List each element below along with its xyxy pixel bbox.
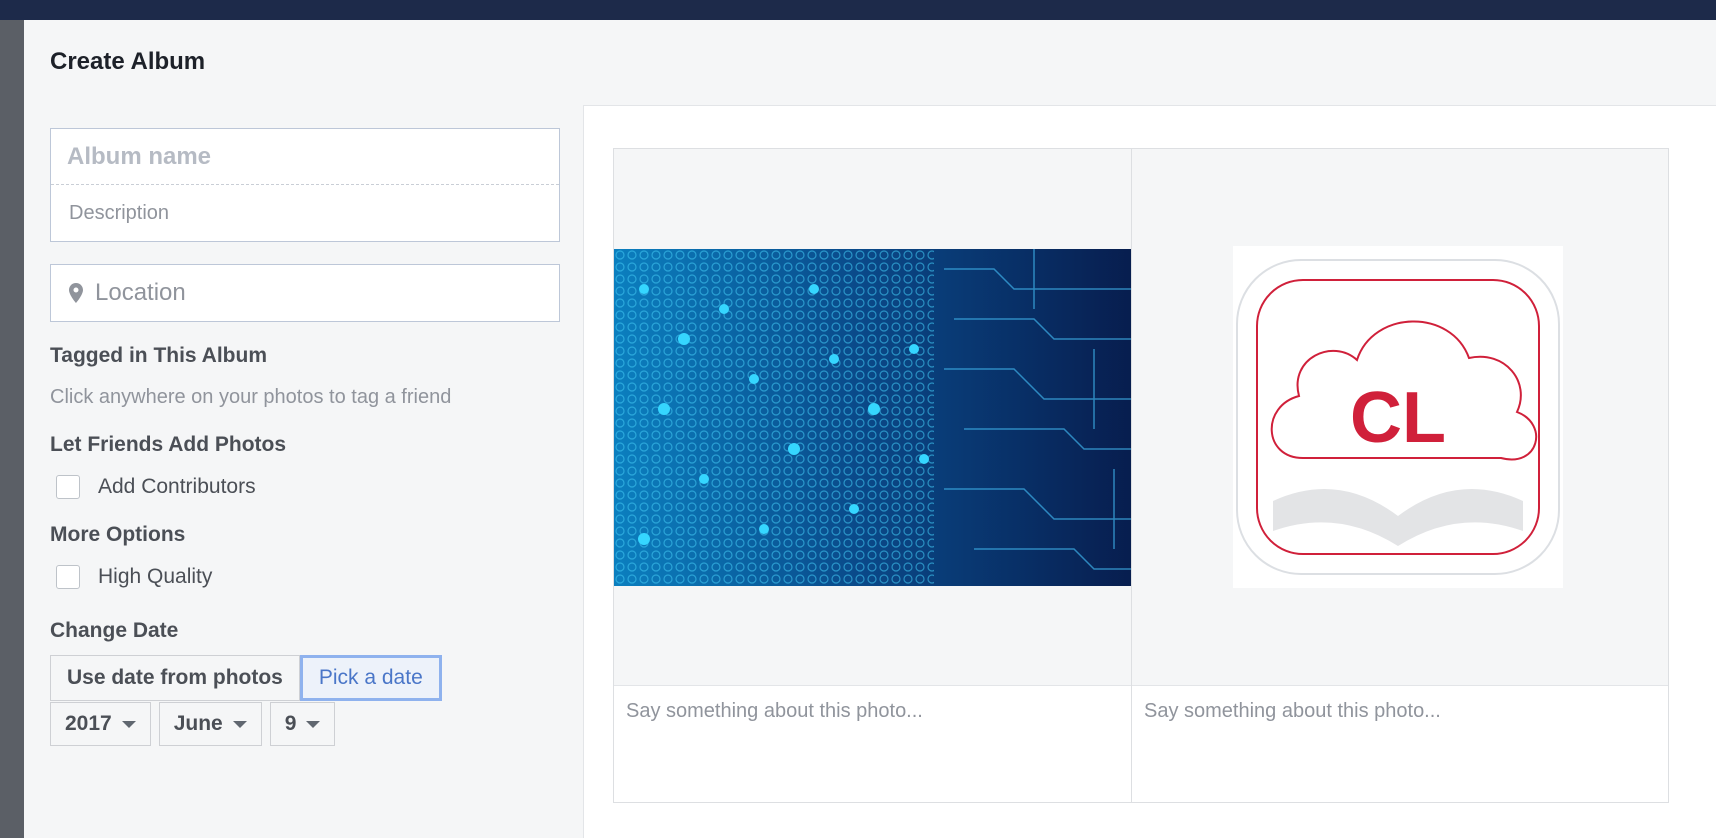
circuit-board-image: [614, 249, 1150, 586]
date-mode-toggle: Use date from photos Pick a date: [50, 655, 560, 701]
tag-hint-text: Click anywhere on your photos to tag a f…: [50, 386, 452, 408]
photo-card: CL Say something about this photo...: [1131, 148, 1669, 803]
logo-text: CL: [1350, 378, 1446, 458]
friends-section-title: Let Friends Add Photos: [50, 433, 287, 456]
day-value: 9: [284, 712, 297, 735]
background-strip: [0, 0, 24, 838]
date-selectors: 2017 June 9: [50, 702, 560, 746]
chevron-down-icon: [306, 720, 321, 728]
page-top-bar: [0, 0, 1716, 20]
month-value: June: [173, 712, 223, 735]
create-album-dialog: Create Album Album name Description Loca…: [24, 20, 1716, 838]
year-value: 2017: [65, 712, 112, 735]
high-quality-checkbox[interactable]: [56, 565, 80, 589]
photo-caption-input[interactable]: Say something about this photo...: [614, 686, 1150, 737]
cl-cloud-book-logo: CL: [1233, 246, 1563, 588]
description-input[interactable]: Description: [51, 185, 559, 241]
dialog-title: Create Album: [50, 48, 206, 75]
use-date-from-photos-button[interactable]: Use date from photos: [50, 655, 300, 701]
year-select[interactable]: 2017: [50, 702, 151, 746]
more-options-title: More Options: [50, 523, 186, 546]
high-quality-label: High Quality: [98, 565, 213, 588]
month-select[interactable]: June: [158, 702, 262, 746]
tagged-section-title: Tagged in This Album: [50, 344, 267, 367]
photo-grid: Say something about this photo... CL Say…: [583, 105, 1716, 838]
location-input[interactable]: Location: [50, 264, 560, 322]
high-quality-option[interactable]: High Quality: [50, 565, 560, 589]
pick-a-date-button[interactable]: Pick a date: [299, 655, 442, 701]
album-name-input[interactable]: Album name: [51, 129, 559, 185]
location-pin-icon: [69, 283, 89, 303]
add-contributors-label: Add Contributors: [98, 475, 256, 498]
change-date-title: Change Date: [50, 619, 179, 642]
dialog-header: Create Album: [24, 20, 1716, 104]
location-placeholder: Location: [95, 279, 186, 306]
day-select[interactable]: 9: [269, 702, 336, 746]
photo-image-area[interactable]: CL: [1132, 149, 1668, 686]
photo-caption-input[interactable]: Say something about this photo...: [1132, 686, 1668, 737]
album-details-form: Album name Description Location Tagged i…: [50, 128, 560, 746]
chevron-down-icon: [121, 720, 136, 728]
add-contributors-option[interactable]: Add Contributors: [50, 475, 560, 499]
album-text-fields: Album name Description: [50, 128, 560, 242]
photo-image-area[interactable]: [614, 149, 1150, 686]
add-contributors-checkbox[interactable]: [56, 475, 80, 499]
chevron-down-icon: [232, 720, 247, 728]
photo-card: Say something about this photo...: [613, 148, 1151, 803]
